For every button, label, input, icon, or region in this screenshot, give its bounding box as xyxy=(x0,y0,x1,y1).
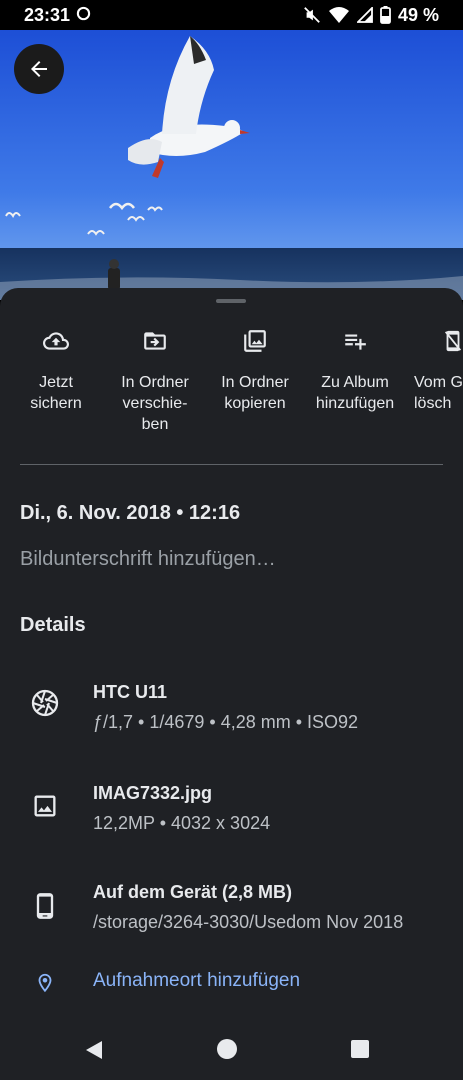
backup-now-button[interactable]: Jetzt sichern xyxy=(6,324,106,414)
delete-from-device-button[interactable]: Vom G lösch xyxy=(404,324,463,414)
navigation-bar xyxy=(0,1020,463,1080)
nav-back-icon[interactable] xyxy=(84,1040,104,1060)
camera-model: HTC U11 xyxy=(93,682,168,702)
action-label: Jetzt sichern xyxy=(30,374,82,412)
storage-path: /storage/3264-3030/Usedom Nov 2018 xyxy=(93,912,404,932)
file-name: IMAG7332.jpg xyxy=(93,783,213,803)
battery-icon xyxy=(380,6,391,24)
photo-date-time[interactable]: Di., 6. Nov. 2018 • 12:16 xyxy=(20,502,240,525)
caption-input[interactable]: Bildunterschrift hinzufügen… xyxy=(20,548,276,571)
divider xyxy=(20,464,443,465)
status-time: 23:31 xyxy=(24,4,71,25)
file-specs: 12,2MP • 4032 x 3024 xyxy=(93,813,271,833)
sync-icon xyxy=(76,5,91,26)
photo-preview[interactable] xyxy=(0,30,463,300)
cloud-upload-icon xyxy=(43,332,69,350)
copy-to-folder-button[interactable]: In Ordner kopieren xyxy=(205,324,305,414)
arrow-back-icon xyxy=(31,61,47,77)
nav-home-icon[interactable] xyxy=(216,1038,238,1060)
details-heading: Details xyxy=(20,614,86,636)
image-icon xyxy=(34,795,56,817)
camera-specs: ƒ/1,7 • 1/4679 • 4,28 mm • ISO92 xyxy=(93,712,359,732)
storage-location: Auf dem Gerät (2,8 MB) xyxy=(93,882,293,902)
nav-recents-icon[interactable] xyxy=(350,1039,370,1059)
delete-from-device-icon xyxy=(444,330,462,352)
action-label: Zu Album hinzufügen xyxy=(315,374,395,412)
action-label: In Ordner kopieren xyxy=(221,374,289,412)
folder-move-icon xyxy=(144,332,166,350)
mute-icon xyxy=(303,6,321,24)
add-to-album-button[interactable]: Zu Album hinzufügen xyxy=(305,324,405,414)
location-pin-icon xyxy=(30,968,60,998)
playlist-add-icon xyxy=(345,334,366,350)
add-location-link[interactable]: Aufnahmeort hinzufügen xyxy=(93,970,300,992)
drag-handle[interactable] xyxy=(216,299,246,303)
action-label: In Ordner verschie- ben xyxy=(121,374,189,433)
battery-percent: 49 % xyxy=(397,4,439,25)
status-bar: 23:31 49 % xyxy=(0,0,463,30)
back-button[interactable] xyxy=(14,44,64,94)
phone-icon xyxy=(36,893,54,919)
action-row: Jetzt sichern In Ordner verschie- ben In… xyxy=(0,324,463,444)
copy-to-folder-icon xyxy=(244,330,266,352)
move-to-folder-button[interactable]: In Ordner verschie- ben xyxy=(105,324,205,435)
camera-aperture-icon xyxy=(31,689,59,717)
wifi-icon xyxy=(328,6,350,24)
details-sheet: Jetzt sichern In Ordner verschie- ben In… xyxy=(0,288,463,1020)
cell-signal-icon xyxy=(356,7,373,23)
action-label: Vom G lösch xyxy=(414,374,463,412)
